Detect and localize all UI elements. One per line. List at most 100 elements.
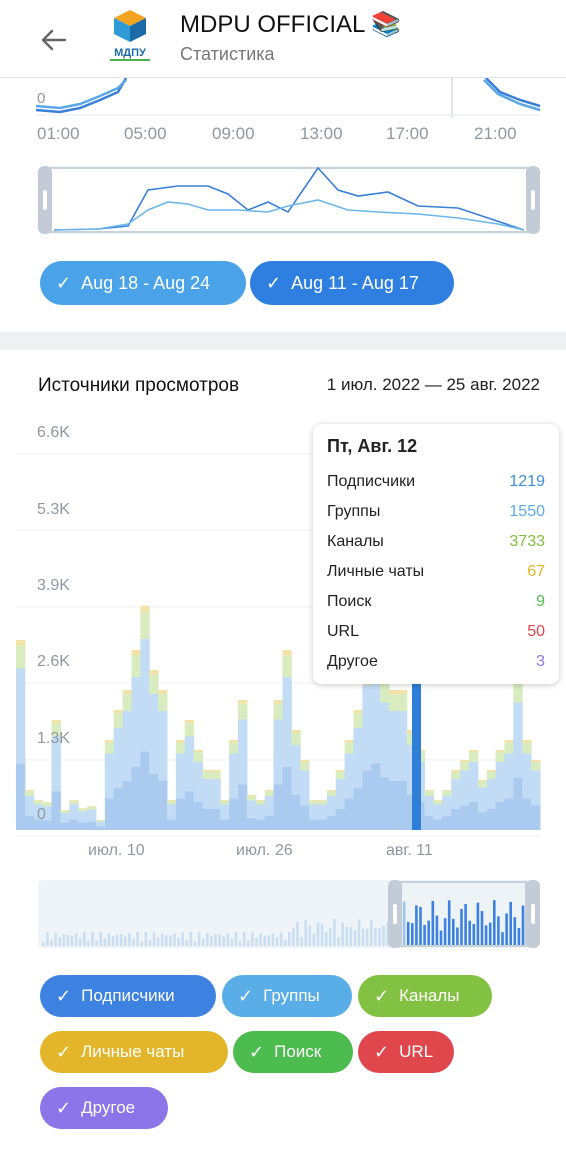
bar-segment bbox=[51, 720, 61, 724]
channel-avatar[interactable]: МДПУ bbox=[104, 8, 156, 66]
bar-segment bbox=[282, 767, 292, 830]
tooltip-row-value: 1219 bbox=[509, 473, 545, 490]
source-chip[interactable]: ✓ URL bbox=[358, 1031, 454, 1073]
bar-segment bbox=[24, 816, 35, 830]
top-x-label: 05:00 bbox=[124, 124, 167, 143]
bar-segment bbox=[477, 787, 488, 813]
bar-segment bbox=[246, 817, 257, 830]
check-icon: ✓ bbox=[56, 1041, 72, 1062]
bar-segment bbox=[193, 802, 204, 830]
range-navigator[interactable] bbox=[38, 166, 540, 234]
bar-segment bbox=[166, 800, 177, 801]
mini-bar bbox=[415, 905, 418, 946]
bar-segment bbox=[344, 753, 354, 799]
bar-segment bbox=[522, 742, 532, 754]
period-chip[interactable]: ✓ Aug 11 - Aug 17 bbox=[250, 261, 454, 305]
tooltip-row: Подписчики 1219 bbox=[327, 467, 545, 497]
bar-segment bbox=[326, 816, 337, 830]
bar-segment bbox=[451, 779, 461, 809]
bar-segment bbox=[433, 804, 443, 820]
bar-segment bbox=[486, 770, 497, 772]
bar-segment bbox=[317, 800, 328, 805]
bar-segment bbox=[335, 771, 346, 779]
bar-segment bbox=[149, 670, 159, 675]
mini-bar bbox=[456, 927, 459, 946]
mini-bar bbox=[468, 920, 471, 946]
top-chart-zero-label: 0 bbox=[37, 90, 46, 107]
bar-segment bbox=[273, 719, 283, 785]
mini-bar bbox=[484, 925, 488, 946]
bar-segment bbox=[16, 640, 26, 646]
bar-segment bbox=[140, 751, 150, 830]
bar-segment bbox=[300, 760, 310, 763]
source-chip[interactable]: ✓ Подписчики bbox=[40, 975, 216, 1017]
source-chip-label: Подписчики bbox=[81, 986, 175, 1005]
arrow-left-icon bbox=[41, 29, 67, 51]
bar-segment bbox=[309, 800, 319, 801]
bar-segment bbox=[229, 740, 239, 743]
date-range[interactable]: 1 июл. 2022 — 25 авг. 2022 bbox=[327, 375, 540, 395]
tooltip-row-value: 9 bbox=[536, 593, 545, 610]
bar-segment bbox=[193, 752, 204, 762]
source-chip[interactable]: ✓ Каналы bbox=[358, 975, 492, 1017]
back-button[interactable] bbox=[34, 22, 74, 58]
bar-segment bbox=[344, 740, 354, 743]
bar-segment bbox=[78, 808, 88, 812]
bar-segment bbox=[104, 753, 115, 799]
selected-bar[interactable] bbox=[412, 682, 421, 830]
hourly-line-chart[interactable] bbox=[0, 78, 566, 158]
bar-segment bbox=[131, 677, 141, 767]
bar-segment bbox=[51, 791, 61, 830]
mini-bar bbox=[435, 915, 439, 946]
source-chip[interactable]: ✓ Личные чаты bbox=[40, 1031, 228, 1073]
bar-segment bbox=[531, 770, 541, 806]
bar-segment bbox=[433, 800, 443, 805]
y-axis-label: 3.9K bbox=[37, 577, 70, 594]
bar-segment bbox=[255, 819, 266, 830]
source-chip-label: URL bbox=[399, 1042, 434, 1061]
mini-bar bbox=[505, 913, 508, 946]
bar-segment bbox=[433, 819, 443, 830]
bar-segment bbox=[193, 750, 204, 753]
bar-segment bbox=[78, 822, 88, 830]
bar-segment bbox=[131, 767, 141, 830]
bar-segment bbox=[380, 702, 390, 778]
bar-segment bbox=[24, 790, 35, 792]
chart-tooltip[interactable]: Пт, Авг. 12 Подписчики 1219 Группы 1550 Кана… bbox=[313, 424, 559, 684]
sources-range-navigator[interactable] bbox=[38, 880, 540, 948]
mini-bar bbox=[411, 923, 414, 946]
tooltip-row-label: Поиск bbox=[327, 593, 372, 610]
bar-segment bbox=[158, 711, 168, 781]
bar-segment bbox=[317, 804, 328, 820]
y-axis-label: 5.3K bbox=[37, 501, 70, 518]
top-x-label: 17:00 bbox=[386, 124, 429, 143]
mini-bar bbox=[501, 932, 504, 946]
tooltip-row-value: 67 bbox=[527, 563, 545, 580]
bar-segment bbox=[158, 694, 168, 711]
bar-segment bbox=[326, 796, 337, 816]
channel-title: MDPU OFFICIAL 📚 bbox=[180, 11, 402, 38]
source-chip[interactable]: ✓ Группы bbox=[222, 975, 352, 1017]
bar-segment bbox=[158, 781, 168, 830]
mini-bar bbox=[402, 901, 406, 946]
mini-bar bbox=[460, 908, 463, 946]
bar-segment bbox=[202, 779, 212, 809]
bar-segment bbox=[246, 795, 257, 797]
source-chip[interactable]: ✓ Другое bbox=[40, 1087, 168, 1129]
bar-segment bbox=[389, 711, 399, 781]
bar-segment bbox=[202, 770, 212, 772]
bar-segment bbox=[291, 733, 301, 745]
bar-segment bbox=[309, 819, 319, 830]
period-chip[interactable]: ✓ Aug 18 - Aug 24 bbox=[40, 261, 246, 305]
bar-segment bbox=[238, 719, 248, 785]
bar-segment bbox=[291, 795, 301, 830]
bar-segment bbox=[264, 816, 275, 830]
bar-segment bbox=[264, 796, 275, 816]
bar-segment bbox=[460, 805, 470, 830]
mini-bar bbox=[493, 900, 496, 946]
source-chip[interactable]: ✓ Поиск bbox=[233, 1031, 353, 1073]
bar-segment bbox=[460, 760, 470, 763]
bar-segment bbox=[78, 808, 88, 809]
bar-segment bbox=[69, 819, 79, 830]
bar-segment bbox=[140, 611, 150, 639]
